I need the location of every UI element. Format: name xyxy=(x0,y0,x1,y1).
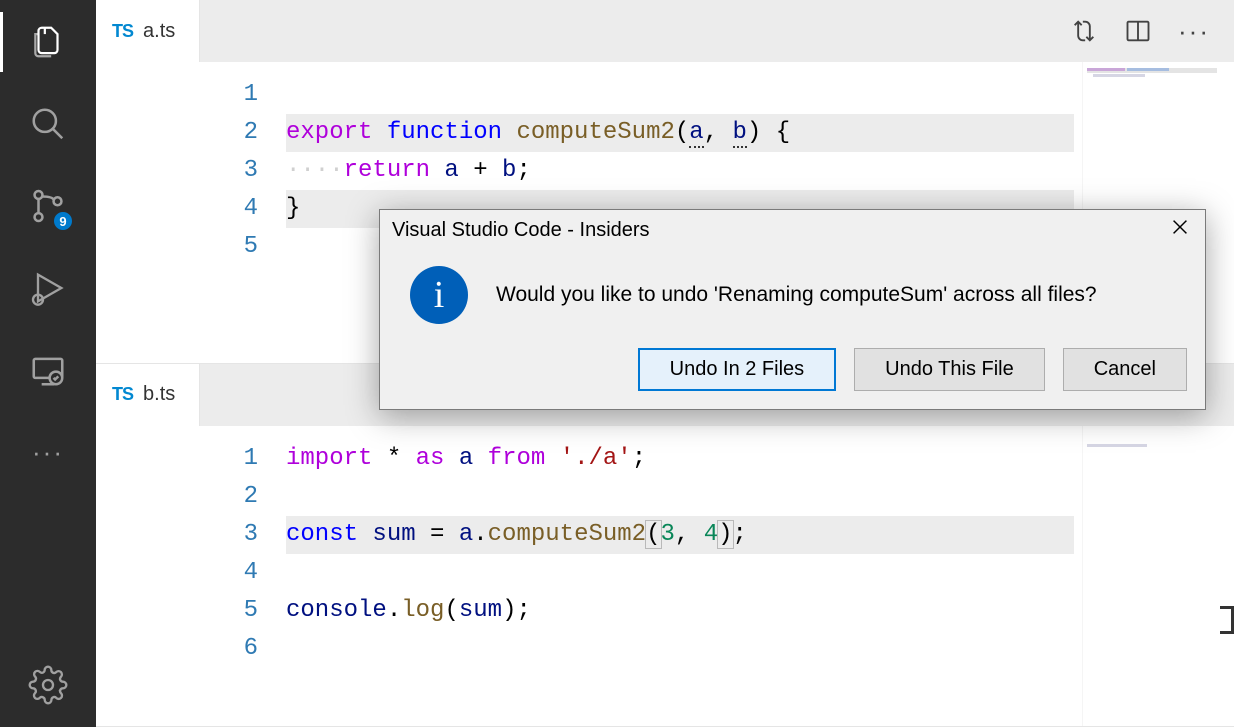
typescript-icon: TS xyxy=(112,384,133,405)
remote-icon xyxy=(29,351,67,389)
more-actions-a[interactable]: ··· xyxy=(1178,26,1210,36)
overview-cursor xyxy=(1220,606,1234,634)
ellipsis-icon: ··· xyxy=(32,447,64,457)
info-icon: i xyxy=(410,266,468,324)
search-icon xyxy=(29,105,67,143)
activity-source-control[interactable]: 9 xyxy=(24,182,72,230)
cancel-button[interactable]: Cancel xyxy=(1063,348,1187,391)
editor-actions-a: ··· xyxy=(1070,17,1234,45)
files-icon xyxy=(29,23,67,61)
compare-changes-icon[interactable] xyxy=(1070,17,1098,45)
tab-a-ts[interactable]: TS a.ts xyxy=(96,0,200,62)
undo-this-file-button[interactable]: Undo This File xyxy=(854,348,1045,391)
dialog-message: Would you like to undo 'Renaming compute… xyxy=(496,283,1097,307)
run-debug-icon xyxy=(28,268,68,308)
tab-bar-a: TS a.ts ··· xyxy=(96,0,1234,62)
editor-group-b: TS b.ts ··· 1 2 3 4 5 6 import * as a fr… xyxy=(96,364,1234,727)
undo-all-files-button[interactable]: Undo In 2 Files xyxy=(638,348,837,391)
gutter-a: 1 2 3 4 5 xyxy=(96,62,286,363)
editor-area: TS a.ts ··· 1 2 3 4 5 export function co… xyxy=(96,0,1234,727)
code-b[interactable]: import * as a from './a'; const sum = a.… xyxy=(286,426,1074,727)
minimap-b[interactable] xyxy=(1082,426,1234,727)
tab-label: b.ts xyxy=(143,383,175,406)
activity-search[interactable] xyxy=(24,100,72,148)
editor-body-b[interactable]: 1 2 3 4 5 6 import * as a from './a'; co… xyxy=(96,426,1234,727)
tab-label: a.ts xyxy=(143,20,175,43)
close-icon xyxy=(1169,216,1191,238)
confirm-dialog: Visual Studio Code - Insiders i Would yo… xyxy=(379,209,1206,410)
activity-remote[interactable] xyxy=(24,346,72,394)
activity-bar: 9 ··· xyxy=(0,0,96,727)
typescript-icon: TS xyxy=(112,21,133,42)
activity-explorer[interactable] xyxy=(24,18,72,66)
split-editor-icon[interactable] xyxy=(1124,17,1152,45)
gear-icon xyxy=(28,665,68,705)
activity-more[interactable]: ··· xyxy=(24,428,72,476)
gutter-b: 1 2 3 4 5 6 xyxy=(96,426,286,727)
scm-badge: 9 xyxy=(52,210,74,232)
dialog-title-text: Visual Studio Code - Insiders xyxy=(392,219,650,242)
tab-b-ts[interactable]: TS b.ts xyxy=(96,364,200,426)
activity-settings[interactable] xyxy=(24,661,72,709)
activity-run-debug[interactable] xyxy=(24,264,72,312)
dialog-titlebar: Visual Studio Code - Insiders xyxy=(380,210,1205,244)
dialog-close-button[interactable] xyxy=(1169,216,1191,244)
